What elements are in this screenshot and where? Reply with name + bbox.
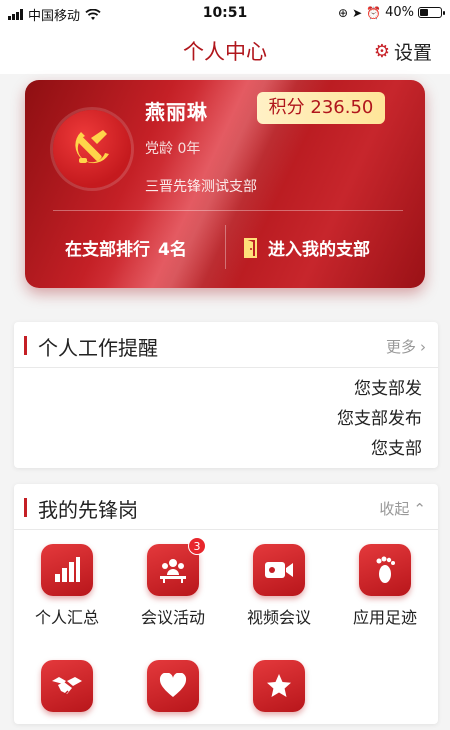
party-age: 党龄 0年 <box>145 141 201 157</box>
section-title: 我的先锋岗 <box>38 498 138 522</box>
settings-button[interactable]: ⚙ 设置 <box>374 38 432 65</box>
battery-percent: 40% <box>385 5 414 20</box>
collapse-label: 收起 <box>379 500 410 518</box>
feature-label: 应用足迹 <box>352 608 417 627</box>
feature-personal-summary[interactable]: 个人汇总 <box>14 544 120 628</box>
reminder-list: 您支部发 您支部发布 您支部 <box>14 368 438 464</box>
section-title: 个人工作提醒 <box>38 336 158 360</box>
branch-rank: 在支部排行 4名 <box>65 235 187 260</box>
feature-app-footprint[interactable]: 应用足迹 <box>332 544 438 628</box>
more-link[interactable]: 更多 › <box>386 336 426 357</box>
collapse-toggle[interactable]: 收起 ⌃ <box>379 498 426 519</box>
divider <box>53 210 403 211</box>
gear-icon: ⚙ <box>373 41 390 62</box>
settings-label: 设置 <box>393 42 432 64</box>
feature-star[interactable] <box>226 660 332 712</box>
feature-label: 个人汇总 <box>34 608 99 627</box>
feature-heart[interactable] <box>120 660 226 712</box>
feature-grid: 个人汇总 3 会议活动 视频会议 应用足迹 <box>14 530 438 720</box>
enter-branch-button[interactable]: 进入我的支部 <box>243 235 370 260</box>
reminder-item[interactable]: 您支部 <box>14 434 422 464</box>
feature-handshake[interactable] <box>14 660 120 712</box>
alarm-icon: ⏰ <box>366 5 382 20</box>
footprint-icon <box>359 544 411 596</box>
feature-meeting-activities[interactable]: 3 会议活动 <box>120 537 226 628</box>
star-icon <box>253 660 305 712</box>
chevron-right-icon: › <box>420 337 426 356</box>
divider <box>225 225 226 269</box>
chevron-up-icon: ⌃ <box>413 499 426 518</box>
party-emblem-icon <box>53 110 131 188</box>
notification-badge: 3 <box>188 537 206 555</box>
feature-video-meeting[interactable]: 视频会议 <box>226 544 332 628</box>
screen-lock-icon: ⊕ <box>338 5 349 20</box>
points-badge[interactable]: 积分 236.50 <box>257 92 385 124</box>
profile-card: 燕丽琳 积分 236.50 党龄 0年 三晋先锋测试支部 在支部排行 4名 进入我… <box>25 80 425 288</box>
bar-chart-icon <box>41 544 93 596</box>
section-header: 我的先锋岗 收起 ⌃ <box>14 484 438 530</box>
section-header: 个人工作提醒 更多 › <box>14 322 438 368</box>
door-icon <box>244 237 257 258</box>
work-reminders-section: 个人工作提醒 更多 › 您支部发 您支部发布 您支部 <box>14 322 438 468</box>
meeting-icon: 3 <box>147 537 206 596</box>
feature-label: 会议活动 <box>140 608 205 627</box>
feature-label: 视频会议 <box>246 608 311 627</box>
video-camera-icon <box>253 544 305 596</box>
heart-icon <box>147 660 199 712</box>
location-icon: ➤ <box>352 5 363 20</box>
branch-name: 三晋先锋测试支部 <box>145 179 257 195</box>
rank-value: 4名 <box>158 240 187 260</box>
handshake-icon <box>41 660 93 712</box>
more-label: 更多 <box>385 338 416 356</box>
rank-label: 在支部排行 <box>65 240 150 260</box>
status-right: ⊕ ➤ ⏰ 40% <box>338 5 445 20</box>
reminder-item[interactable]: 您支部发 <box>14 374 422 404</box>
battery-icon <box>418 7 445 18</box>
vanguard-section: 我的先锋岗 收起 ⌃ 个人汇总 3 会议活动 视频会议 应用足迹 <box>14 484 438 724</box>
reminder-item[interactable]: 您支部发布 <box>14 404 422 434</box>
status-bar: 中国移动 10:51 ⊕ ➤ ⏰ 40% <box>0 0 450 28</box>
nav-bar: 个人中心 ⚙ 设置 <box>0 28 450 74</box>
user-name: 燕丽琳 <box>145 100 208 124</box>
enter-branch-label: 进入我的支部 <box>268 240 370 260</box>
